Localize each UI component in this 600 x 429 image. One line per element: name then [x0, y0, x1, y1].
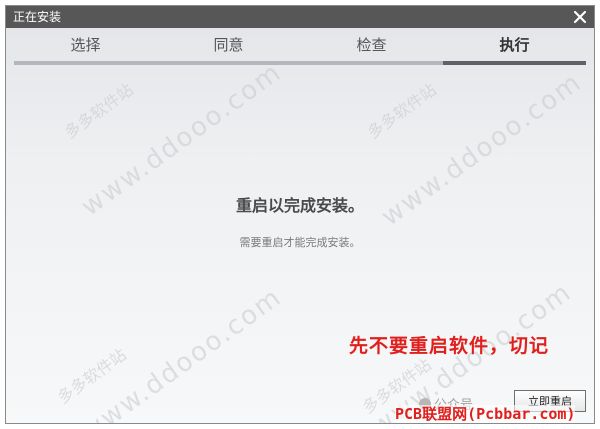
title-bar[interactable]: 正在安装	[6, 6, 594, 28]
site-cn-watermark: 多多软件站	[60, 80, 137, 143]
step-label: 执行	[499, 36, 530, 54]
installer-window: 正在安装 www.ddooo.com www.ddooo.com www.ddo…	[5, 5, 595, 424]
window-title: 正在安装	[13, 10, 62, 24]
step-indicator: 选择 同意 检查 执行	[14, 34, 586, 68]
restart-subtext: 需要重启才能完成安装。	[239, 236, 361, 249]
step-agree[interactable]: 同意	[157, 34, 300, 68]
step-progress-bar	[443, 61, 586, 65]
installer-content: www.ddooo.com www.ddooo.com www.ddooo.co…	[6, 28, 594, 423]
footer-watermark: PCB联盟网(Pcbbar.com)	[395, 405, 576, 423]
step-label: 选择	[70, 36, 101, 54]
step-label: 同意	[213, 36, 244, 54]
warning-annotation: 先不要重启软件，切记	[349, 335, 550, 357]
step-label: 检查	[356, 36, 387, 54]
restart-heading: 重启以完成安装。	[235, 196, 364, 215]
step-progress-bar	[14, 61, 157, 65]
close-icon	[573, 10, 587, 24]
step-progress-bar	[300, 61, 443, 65]
site-cn-watermark: 多多软件站	[363, 80, 440, 143]
step-check[interactable]: 检查	[300, 34, 443, 68]
step-execute[interactable]: 执行	[443, 34, 586, 68]
step-progress-bar	[157, 61, 300, 65]
close-button[interactable]	[570, 7, 590, 27]
step-select[interactable]: 选择	[14, 34, 157, 68]
